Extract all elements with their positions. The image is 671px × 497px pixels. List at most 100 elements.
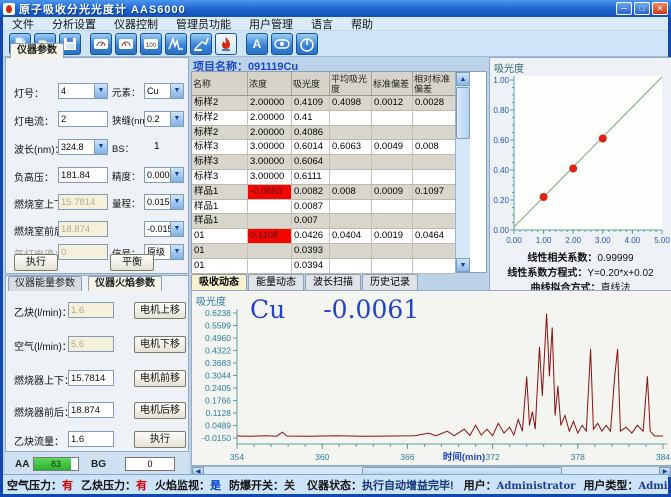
cell-std — [372, 259, 413, 273]
chevron-down-icon[interactable]: ▼ — [170, 112, 183, 126]
chevron-down-icon[interactable]: ▼ — [170, 84, 183, 98]
power-icon[interactable] — [296, 33, 318, 55]
cell-std: 0.0019 — [372, 229, 413, 243]
lamp-current-input[interactable] — [58, 111, 108, 127]
c2h2-flow-input[interactable] — [68, 431, 114, 447]
element-value: Cu — [145, 84, 170, 98]
element-select[interactable]: Cu▼ — [144, 83, 184, 99]
motor-up-button[interactable]: 电机上移 — [134, 302, 186, 319]
tab-energy-params[interactable]: 仪器能量参数 — [8, 276, 82, 291]
table-row[interactable]: 样品10.007 — [192, 214, 455, 229]
scroll-down-icon[interactable]: ▼ — [456, 258, 470, 272]
chevron-down-icon[interactable]: ▼ — [170, 195, 183, 209]
cell-rsd: 0.1097 — [413, 185, 455, 199]
burner-frontback2-input[interactable] — [68, 402, 114, 418]
scroll-thumb[interactable] — [456, 87, 470, 139]
gain-meter-icon[interactable] — [115, 33, 137, 55]
slit-select[interactable]: 0.2▼ — [144, 111, 184, 127]
app-icon — [3, 3, 15, 15]
burner-updown2-input[interactable] — [68, 370, 114, 386]
maximize-button[interactable]: □ — [634, 2, 650, 15]
scroll-up-icon[interactable]: ▲ — [456, 72, 470, 86]
table-row[interactable]: 标样33.000000.6111 — [192, 170, 455, 185]
tab-wavelength-scan[interactable]: 波长扫描 — [305, 274, 361, 290]
cell-std — [372, 200, 413, 214]
chevron-down-icon[interactable]: ▼ — [94, 140, 107, 154]
cell-abs: 0.0426 — [292, 229, 330, 243]
table-scrollbar[interactable]: ▲ ▼ — [455, 72, 470, 272]
percent-meter-icon[interactable]: 100 — [140, 33, 162, 55]
svg-text:1.00: 1.00 — [493, 76, 509, 85]
cell-name: 标样3 — [192, 155, 248, 169]
tab-flame-params[interactable]: 仪器火焰参数 — [88, 276, 162, 291]
table-row[interactable]: 010.11080.04260.04040.00190.0464 — [192, 229, 455, 244]
col-avg-absorbance: 平均吸光度 — [330, 72, 372, 95]
lamp-icon[interactable] — [271, 33, 293, 55]
lamp-no-select[interactable]: 4▼ — [58, 83, 108, 99]
tab-instrument-params[interactable]: 仪器参数 — [10, 43, 64, 58]
burner-frontback2-label: 燃烧器前后： — [14, 404, 74, 419]
aa-progress-bar: 83 — [33, 457, 79, 471]
d2-current-input — [58, 244, 108, 260]
table-row[interactable]: 标样22.000000.41090.40980.00120.0028 — [192, 96, 455, 111]
cell-name: 样品1 — [192, 214, 248, 228]
svg-text:378: 378 — [571, 452, 585, 462]
cell-avg — [330, 214, 372, 228]
cell-avg: 0.4098 — [330, 96, 372, 110]
tab-history[interactable]: 历史记录 — [362, 274, 418, 290]
minimize-button[interactable]: ─ — [616, 2, 632, 15]
status-instrument-state: 仪器状态：执行自动增益完毕! — [303, 477, 458, 493]
wavelength-select[interactable]: 324.8▼ — [58, 139, 108, 155]
table-row[interactable]: 样品1-0.06530.00820.0080.00090.1097 — [192, 185, 455, 200]
table-row[interactable]: 010.0393 — [192, 244, 455, 259]
cell-conc: 3.00000 — [248, 140, 292, 154]
tab-energy-dynamic[interactable]: 能量动态 — [248, 274, 304, 290]
menu-analysis-settings[interactable]: 分析设置 — [43, 16, 105, 32]
status-user: 用户：Administrator — [460, 477, 580, 493]
execute-button[interactable]: 执行 — [14, 254, 58, 271]
table-row[interactable]: 标样33.000000.60140.60630.00490.008 — [192, 140, 455, 155]
motor-forward-button[interactable]: 电机前移 — [134, 370, 186, 387]
wavelength-tool-icon[interactable]: A — [246, 33, 268, 55]
chevron-down-icon[interactable]: ▼ — [170, 222, 183, 236]
air-label: 空气(l/min)： — [14, 338, 72, 353]
energy-meter-icon[interactable] — [90, 33, 112, 55]
app-window: 原子吸收分光光度计 AAS6000 ─ □ ✕ 文件 分析设置 仪器控制 管理员… — [0, 0, 671, 497]
motor-back-button[interactable]: 电机后移 — [134, 402, 186, 419]
menu-language[interactable]: 语言 — [302, 16, 342, 32]
tab-absorption-dynamic[interactable]: 吸收动态 — [191, 274, 247, 290]
bg-value-box: 0 — [125, 457, 175, 471]
table-row[interactable]: 标样22.000000.4086 — [192, 126, 455, 141]
table-row[interactable]: 样品10.0087 — [192, 200, 455, 215]
menu-user-management[interactable]: 用户管理 — [240, 16, 302, 32]
precision-select[interactable]: 0.0000▼ — [144, 167, 184, 183]
menu-instrument-control[interactable]: 仪器控制 — [105, 16, 167, 32]
range-select[interactable]: 0.0150▼ — [144, 194, 184, 210]
flame-execute-button[interactable]: 执行 — [134, 431, 186, 448]
chevron-down-icon[interactable]: ▼ — [94, 84, 107, 98]
table-row[interactable]: 标样33.000000.6064 — [192, 155, 455, 170]
burner-icon[interactable] — [190, 33, 212, 55]
air-input — [68, 336, 114, 352]
hv-input[interactable] — [58, 167, 108, 183]
range2-select[interactable]: -0.0150▼ — [144, 221, 184, 237]
menu-admin-functions[interactable]: 管理员功能 — [167, 16, 240, 32]
flame-icon[interactable] — [215, 33, 237, 55]
cell-avg — [330, 126, 372, 140]
c2h2-input — [68, 302, 114, 318]
table-row[interactable]: 标样22.000000.41 — [192, 111, 455, 126]
range-label: 量程： — [112, 196, 141, 210]
cell-rsd — [413, 214, 455, 228]
close-button[interactable]: ✕ — [652, 2, 668, 15]
cell-std: 0.0049 — [372, 140, 413, 154]
balance-button[interactable]: 平衡 — [110, 254, 154, 271]
table-row[interactable]: 010.0394 — [192, 259, 455, 274]
bg-label: BG — [91, 459, 106, 470]
motor-down-button[interactable]: 电机下移 — [134, 336, 186, 353]
peak-scan-icon[interactable] — [165, 33, 187, 55]
chevron-down-icon[interactable]: ▼ — [170, 245, 183, 259]
svg-text:366: 366 — [400, 452, 414, 462]
chevron-down-icon[interactable]: ▼ — [170, 168, 183, 182]
menu-file[interactable]: 文件 — [3, 16, 43, 32]
menu-help[interactable]: 帮助 — [342, 16, 382, 32]
